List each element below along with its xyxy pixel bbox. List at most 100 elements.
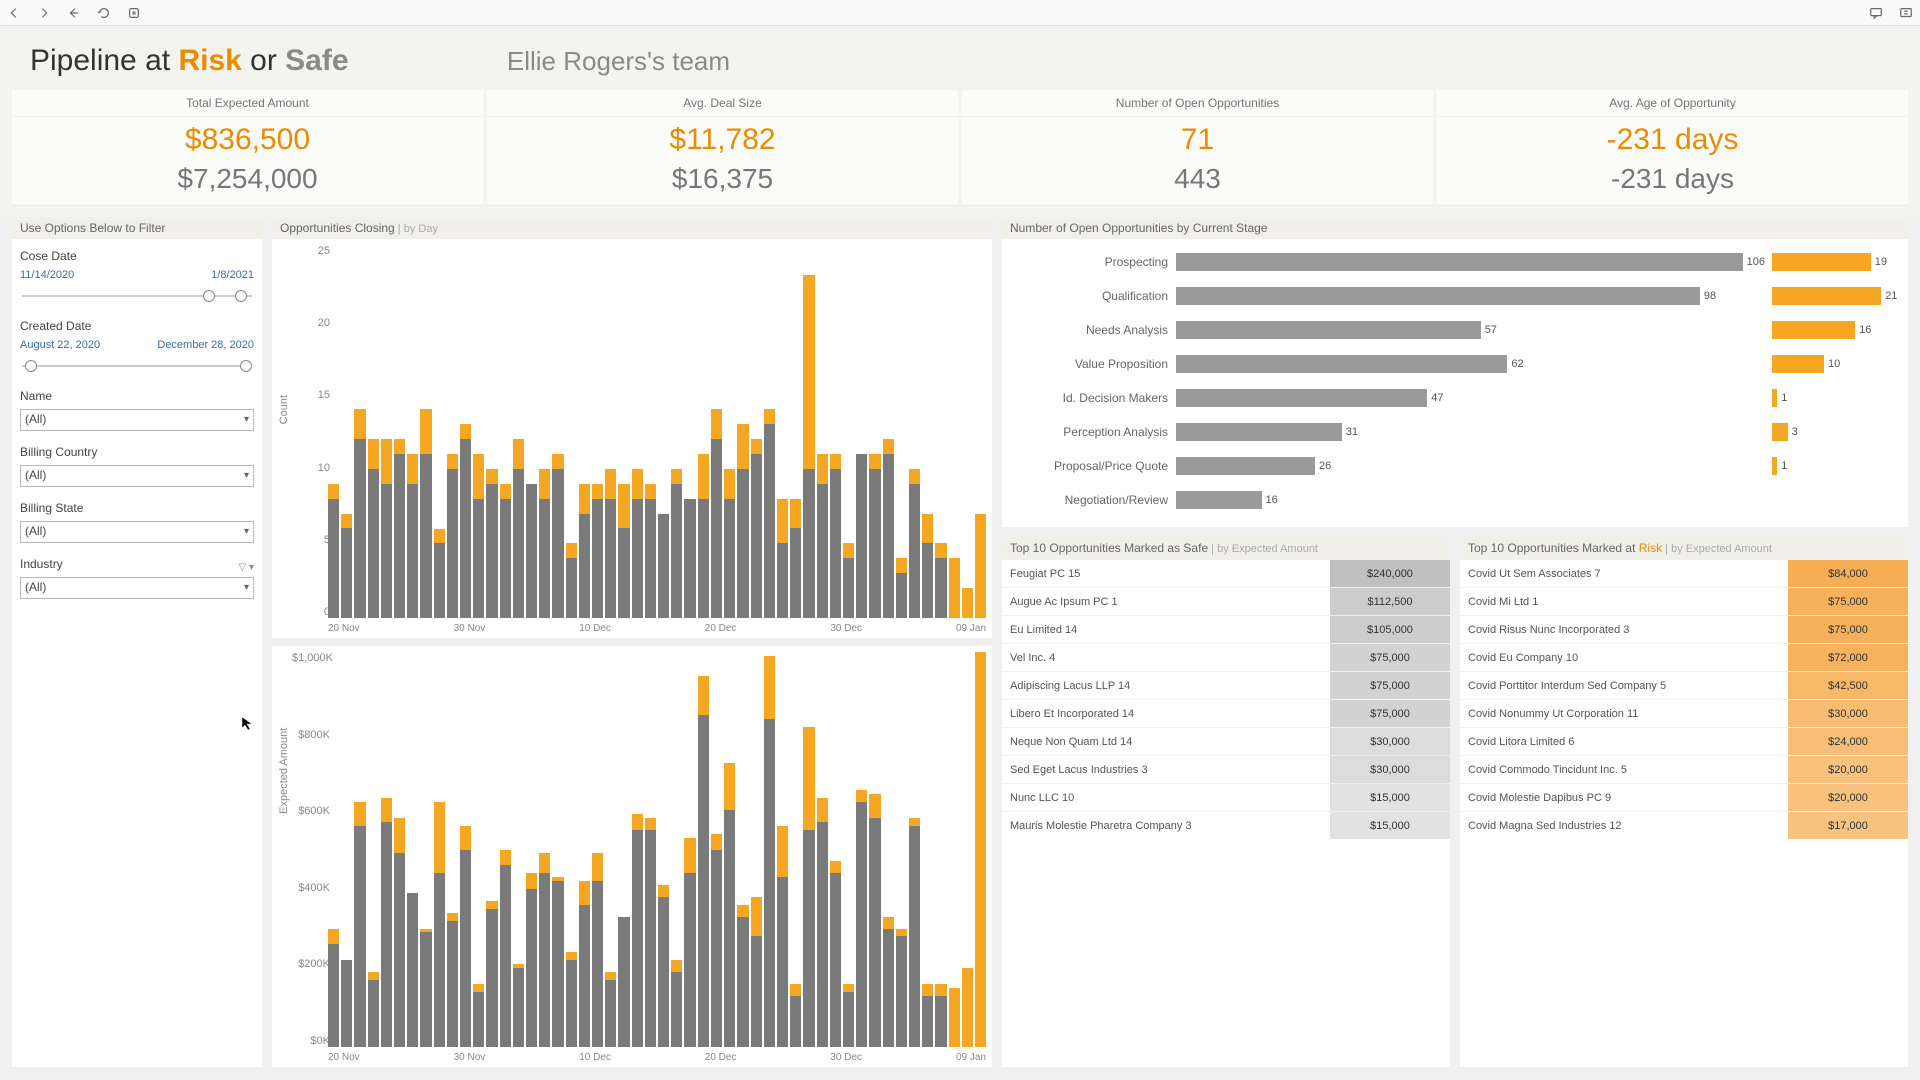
bar[interactable] <box>698 652 709 1047</box>
bar[interactable] <box>711 652 722 1047</box>
bar[interactable] <box>526 245 537 618</box>
bar[interactable] <box>764 245 775 618</box>
bar[interactable] <box>513 652 524 1047</box>
comment-icon[interactable] <box>1868 5 1884 21</box>
close-date-to[interactable]: 1/8/2021 <box>211 269 254 281</box>
bar[interactable] <box>817 245 828 618</box>
filter-name-select[interactable]: (All)▾ <box>20 409 254 431</box>
table-row[interactable]: Vel Inc. 4 $75,000 <box>1002 643 1450 671</box>
bar[interactable] <box>856 652 867 1047</box>
bar[interactable] <box>539 245 550 618</box>
stage-row[interactable]: Value Proposition 62 10 <box>1008 347 1902 381</box>
bar[interactable] <box>777 245 788 618</box>
bar[interactable] <box>341 652 352 1047</box>
table-row[interactable]: Feugiat PC 15 $240,000 <box>1002 559 1450 587</box>
filter-country-select[interactable]: (All)▾ <box>20 465 254 487</box>
refresh-icon[interactable] <box>96 5 112 21</box>
forward-icon[interactable] <box>36 5 52 21</box>
bar[interactable] <box>869 245 880 618</box>
bar[interactable] <box>407 652 418 1047</box>
bar[interactable] <box>605 652 616 1047</box>
bar[interactable] <box>618 652 629 1047</box>
created-date-slider[interactable] <box>20 357 254 375</box>
table-row[interactable]: Covid Litora Limited 6 $24,000 <box>1460 727 1908 755</box>
amount-chart[interactable]: Expected Amount $1,000K$800K$600K$400K$2… <box>272 646 992 1067</box>
bar[interactable] <box>447 245 458 618</box>
bar[interactable] <box>552 245 563 618</box>
table-row[interactable]: Covid Risus Nunc Incorporated 3 $75,000 <box>1460 615 1908 643</box>
bar[interactable] <box>394 245 405 618</box>
bar[interactable] <box>500 245 511 618</box>
presentation-icon[interactable] <box>1898 5 1914 21</box>
stage-row[interactable]: Needs Analysis 57 16 <box>1008 313 1902 347</box>
kpi-card[interactable]: Avg. Age of Opportunity -231 days -231 d… <box>1437 90 1908 205</box>
kpi-card[interactable]: Avg. Deal Size $11,782 $16,375 <box>487 90 958 205</box>
bar[interactable] <box>724 245 735 618</box>
bar[interactable] <box>737 245 748 618</box>
bar[interactable] <box>341 245 352 618</box>
bar[interactable] <box>803 652 814 1047</box>
table-row[interactable]: Libero Et Incorporated 14 $75,000 <box>1002 699 1450 727</box>
table-row[interactable]: Sed Eget Lacus Industries 3 $30,000 <box>1002 755 1450 783</box>
bar[interactable] <box>394 652 405 1047</box>
table-row[interactable]: Covid Molestie Dapibus PC 9 $20,000 <box>1460 783 1908 811</box>
bar[interactable] <box>896 245 907 618</box>
bar[interactable] <box>658 652 669 1047</box>
bar[interactable] <box>579 245 590 618</box>
bar[interactable] <box>605 245 616 618</box>
table-row[interactable]: Covid Eu Company 10 $72,000 <box>1460 643 1908 671</box>
bar[interactable] <box>843 652 854 1047</box>
bar[interactable] <box>460 652 471 1047</box>
bar[interactable] <box>949 245 960 618</box>
bar[interactable] <box>909 652 920 1047</box>
created-date-from[interactable]: August 22, 2020 <box>20 339 100 351</box>
bar[interactable] <box>671 245 682 618</box>
bar[interactable] <box>526 652 537 1047</box>
bar[interactable] <box>935 652 946 1047</box>
table-row[interactable]: Covid Nonummy Ut Corporation 11 $30,000 <box>1460 699 1908 727</box>
bar[interactable] <box>684 652 695 1047</box>
stage-row[interactable]: Qualification 98 21 <box>1008 279 1902 313</box>
bar[interactable] <box>764 652 775 1047</box>
back-icon[interactable] <box>6 5 22 21</box>
stage-row[interactable]: Proposal/Price Quote 26 1 <box>1008 449 1902 483</box>
bar[interactable] <box>434 245 445 618</box>
bar[interactable] <box>922 652 933 1047</box>
bar[interactable] <box>737 652 748 1047</box>
bar[interactable] <box>618 245 629 618</box>
bar[interactable] <box>434 652 445 1047</box>
bar[interactable] <box>830 245 841 618</box>
table-row[interactable]: Mauris Molestie Pharetra Company 3 $15,0… <box>1002 811 1450 839</box>
bar[interactable] <box>869 652 880 1047</box>
table-row[interactable]: Augue Ac Ipsum PC 1 $112,500 <box>1002 587 1450 615</box>
bar[interactable] <box>949 652 960 1047</box>
bar[interactable] <box>566 652 577 1047</box>
bar[interactable] <box>632 245 643 618</box>
stage-chart[interactable]: Number of Open Opportunities by Current … <box>1002 217 1908 527</box>
bar[interactable] <box>856 245 867 618</box>
bar[interactable] <box>790 245 801 618</box>
bar[interactable] <box>354 245 365 618</box>
bar[interactable] <box>486 652 497 1047</box>
table-row[interactable]: Covid Mi Ltd 1 $75,000 <box>1460 587 1908 615</box>
table-row[interactable]: Nunc LLC 10 $15,000 <box>1002 783 1450 811</box>
bar[interactable] <box>592 652 603 1047</box>
bar[interactable] <box>460 245 471 618</box>
bar[interactable] <box>751 245 762 618</box>
bar[interactable] <box>447 652 458 1047</box>
bar[interactable] <box>407 245 418 618</box>
table-row[interactable]: Covid Commodo Tincidunt Inc. 5 $20,000 <box>1460 755 1908 783</box>
bar[interactable] <box>368 245 379 618</box>
bar[interactable] <box>817 652 828 1047</box>
bar[interactable] <box>751 652 762 1047</box>
bar[interactable] <box>803 245 814 618</box>
created-date-to[interactable]: December 28, 2020 <box>157 339 254 351</box>
bar[interactable] <box>513 245 524 618</box>
bar[interactable] <box>592 245 603 618</box>
bar[interactable] <box>500 652 511 1047</box>
table-row[interactable]: Covid Magna Sed Industries 12 $17,000 <box>1460 811 1908 839</box>
filter-industry-select[interactable]: (All)▾ <box>20 577 254 599</box>
table-row[interactable]: Covid Ut Sem Associates 7 $84,000 <box>1460 559 1908 587</box>
revert-icon[interactable] <box>66 5 82 21</box>
bar[interactable] <box>420 245 431 618</box>
